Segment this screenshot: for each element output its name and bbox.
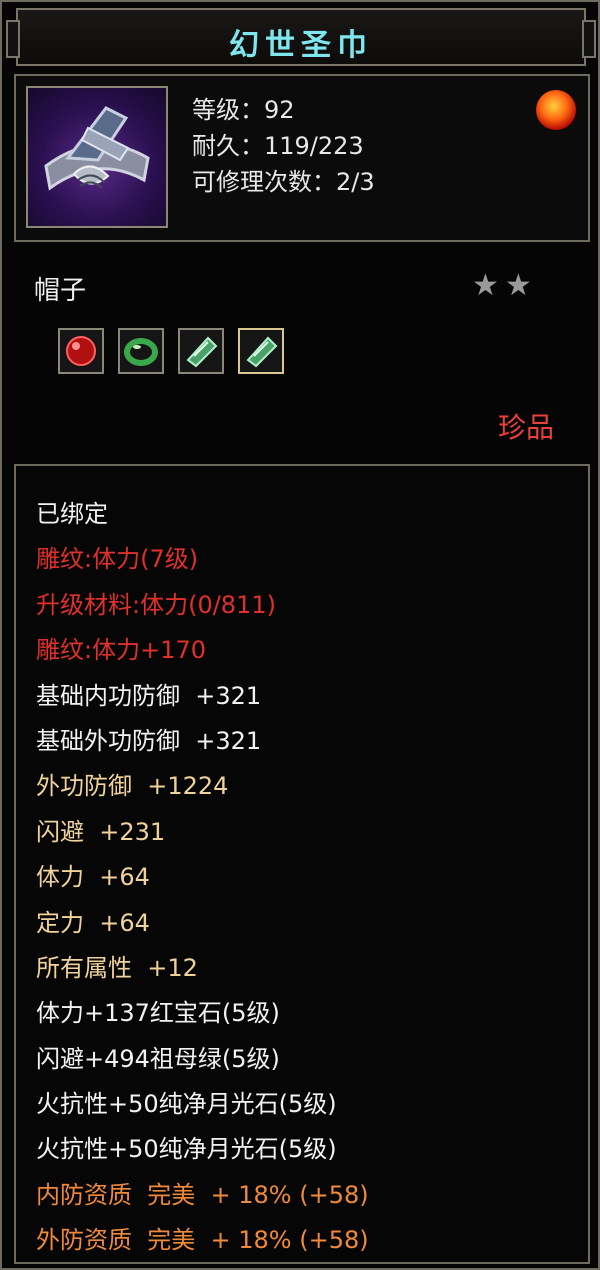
gem-slot-4[interactable] [238,328,284,374]
item-header: 等级：92 耐久：119/223 可修理次数：2/3 [14,74,590,242]
attribute-row: 雕纹:体力(7级) [36,545,199,574]
green-crystal-gem-icon [246,336,278,368]
quality-label: 珍品 [497,411,554,444]
gem-slot-2[interactable] [118,328,164,374]
headband-icon [44,106,150,191]
attribute-row: 基础内功防御 +321 [36,681,262,710]
attribute-row: 雕纹:体力+170 [36,636,207,665]
attribute-row: 基础外功防御 +321 [36,726,262,755]
attribute-row: 已绑定 [36,500,108,528]
attribute-row: 内防资质 完美 + 18% (+58) [36,1180,369,1209]
gem-slot-1[interactable] [58,328,104,374]
attribute-row: 体力 +64 [36,863,150,892]
ruby-gem-icon [66,336,96,366]
repair-count-text: 可修理次数：2/3 [192,168,375,196]
attribute-row: 闪避+494祖母绿(5级) [36,1044,280,1073]
item-tooltip: 幻世圣巾 等级：92 耐久：119/223 可修理次数：2/3 帽子 ★★ 珍品… [0,0,600,1270]
gem-slot-3[interactable] [178,328,224,374]
attribute-row: 闪避 +231 [36,817,166,846]
attribute-row: 火抗性+50纯净月光石(5级) [36,1135,337,1164]
attribute-row: 升级材料:体力(0/811) [36,590,276,619]
jade-ring-gem-icon [124,338,158,366]
star-rating: ★★ [472,268,538,303]
item-icon[interactable] [26,86,168,228]
attribute-panel: 已绑定雕纹:体力(7级) 升级材料:体力(0/811) 雕纹:体力+170 基础内功防… [14,464,590,1264]
gem-slots [58,328,284,374]
attribute-row: 体力+137红宝石(5级) [36,999,280,1028]
durability-text: 耐久：119/223 [192,132,364,160]
title-bar: 幻世圣巾 [6,8,596,66]
attribute-row: 所有属性 +12 [36,953,198,982]
item-name: 幻世圣巾 [229,28,373,63]
attribute-row: 外防资质 完美 + 18% (+58) [36,1226,369,1255]
attribute-row: 火抗性+50纯净月光石(5级) [36,1090,337,1119]
item-stats: 等级：92 耐久：119/223 可修理次数：2/3 [192,92,375,200]
attribute-list: 已绑定雕纹:体力(7级) 升级材料:体力(0/811) 雕纹:体力+170 基础内功防… [36,492,369,1264]
item-type: 帽子 [34,276,87,306]
level-text: 等级：92 [192,96,295,124]
attribute-row: 外功防御 +1224 [36,772,229,801]
rare-badge-icon [536,90,576,130]
green-crystal-gem-icon [186,336,218,368]
attribute-row: 定力 +64 [36,908,150,937]
